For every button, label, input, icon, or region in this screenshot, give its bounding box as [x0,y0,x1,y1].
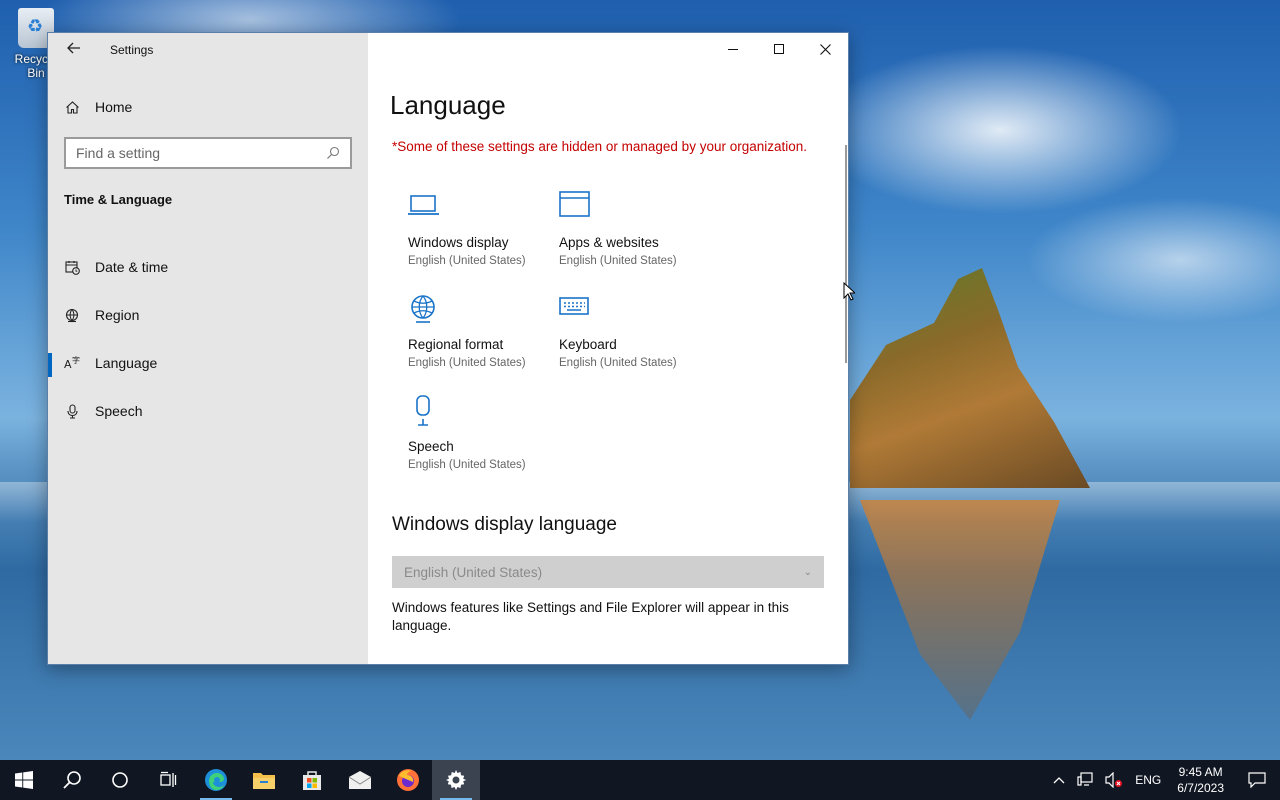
svg-text:A: A [64,358,72,371]
show-hidden-icons-button[interactable] [1047,760,1071,800]
home-icon [64,99,80,115]
tile-windows-display[interactable]: Windows display English (United States) [408,191,558,267]
tile-name: Speech [408,439,454,454]
globe-icon [64,307,80,323]
start-button[interactable] [0,760,48,800]
sidebar-item-date-time[interactable]: Date & time [48,243,368,291]
cortana-icon [112,772,128,788]
tile-name: Regional format [408,337,504,352]
page-title: Language [390,90,506,120]
main-content: Language *Some of these settings are hid… [368,33,848,664]
firefox-icon [397,769,419,791]
sidebar-item-speech[interactable]: Speech [48,387,368,435]
tile-keyboard[interactable]: Keyboard English (United States) [559,293,709,369]
sidebar-item-label: Language [95,355,158,371]
tile-subtitle: English (United States) [408,255,526,267]
search-button[interactable] [48,760,96,800]
sidebar-item-language[interactable]: A字 Language [48,339,368,387]
window-title: Settings [110,43,154,57]
task-view-icon [160,771,177,787]
tile-subtitle: English (United States) [559,255,677,267]
tile-apps-websites[interactable]: Apps & websites English (United States) [559,191,709,267]
search-box[interactable] [64,137,352,169]
back-button[interactable] [62,39,86,61]
sidebar-item-label: Region [95,307,140,323]
section-title: Time & Language [64,192,173,207]
tile-subtitle: English (United States) [408,459,526,471]
nav-list: Date & time Region A字 Language Speech [48,243,368,435]
svg-text:字: 字 [72,355,80,365]
globe-icon [408,293,558,323]
gear-icon [446,770,467,790]
network-icon [1077,772,1093,786]
display-language-dropdown[interactable]: English (United States) ⌄ [392,556,824,588]
nav-home-label: Home [95,99,133,115]
taskbar-firefox[interactable] [384,760,432,800]
close-icon [819,43,831,55]
scrollbar[interactable] [845,145,847,363]
mouse-cursor-icon [843,282,855,301]
input-language-button[interactable]: ENG [1129,760,1167,800]
search-icon [63,771,81,789]
close-button[interactable] [802,33,848,65]
windows-logo-icon [15,771,33,789]
dropdown-value: English (United States) [404,564,543,580]
sidebar-item-region[interactable]: Region [48,291,368,339]
laptop-icon [408,191,558,221]
system-tray: ENG 9:45 AM 6/7/2023 [1047,760,1280,800]
taskbar: ENG 9:45 AM 6/7/2023 [0,760,1280,800]
tile-name: Apps & websites [559,235,659,250]
minimize-icon [728,49,738,50]
tile-speech[interactable]: Speech English (United States) [408,395,558,471]
microphone-icon [408,395,558,426]
cortana-button[interactable] [96,760,144,800]
window-controls [710,33,848,65]
edge-icon [205,769,227,791]
language-icon: A字 [64,355,80,371]
volume-muted-icon [1105,772,1123,788]
maximize-button[interactable] [756,33,802,65]
microphone-icon [64,403,80,419]
tile-subtitle: English (United States) [559,357,677,369]
volume-button[interactable] [1099,760,1129,800]
maximize-icon [774,44,784,54]
action-center-button[interactable] [1234,760,1280,800]
taskbar-edge[interactable] [192,760,240,800]
clock-date: 6/7/2023 [1177,781,1224,795]
tile-regional-format[interactable]: Regional format English (United States) [408,293,558,369]
chevron-up-icon [1053,777,1065,784]
store-icon [303,771,321,790]
taskbar-store[interactable] [288,760,336,800]
minimize-button[interactable] [710,33,756,65]
search-input[interactable] [76,145,326,161]
chevron-down-icon: ⌄ [803,566,812,578]
folder-icon [253,773,275,789]
taskbar-file-explorer[interactable] [240,760,288,800]
sidebar-item-label: Speech [95,403,143,419]
notification-icon [1248,772,1266,788]
tile-subtitle: English (United States) [408,357,526,369]
search-icon[interactable] [326,146,340,160]
sidebar-item-label: Date & time [95,259,169,275]
managed-warning: *Some of these settings are hidden or ma… [392,139,808,154]
display-language-heading: Windows display language [392,514,617,535]
network-button[interactable] [1071,760,1099,800]
nav-home[interactable]: Home [64,95,132,119]
clock-time: 9:45 AM [1178,765,1223,779]
settings-window: Settings Home Time & Language Date & tim… [47,32,849,665]
mail-icon [348,771,372,789]
task-view-button[interactable] [144,760,192,800]
clock[interactable]: 9:45 AM 6/7/2023 [1167,760,1234,800]
tile-name: Windows display [408,235,509,250]
arrow-left-icon [67,42,80,54]
window-icon [559,191,709,221]
sidebar: Settings Home Time & Language Date & tim… [48,33,368,664]
display-language-description: Windows features like Settings and File … [392,600,789,633]
taskbar-mail[interactable] [336,760,384,800]
calendar-clock-icon [64,259,80,275]
taskbar-settings[interactable] [432,760,480,800]
tile-name: Keyboard [559,337,617,352]
keyboard-icon [559,293,709,323]
